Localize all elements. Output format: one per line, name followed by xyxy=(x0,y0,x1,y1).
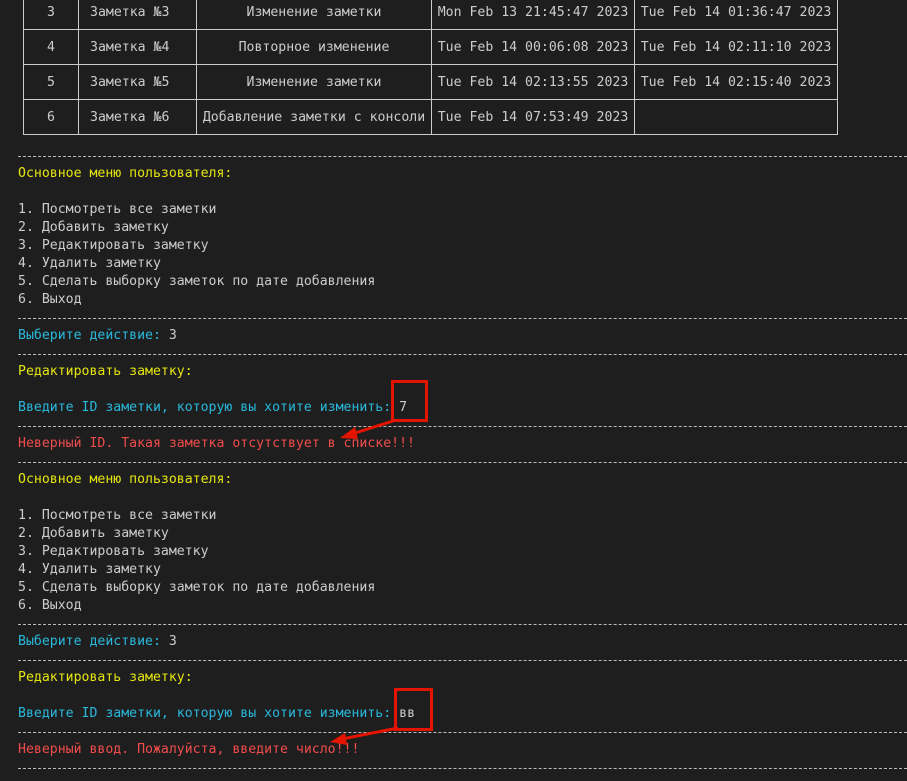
choose-action-line: Выберите действие: 3 xyxy=(18,633,177,651)
edit-note-title: Редактировать заметку: xyxy=(18,670,193,685)
note-title: Заметка №3 xyxy=(78,0,197,30)
menu-title: Основное меню пользователя: xyxy=(18,472,233,487)
note-text: Изменение заметки xyxy=(196,64,432,100)
note-changed: Tue Feb 14 02:11:10 2023 xyxy=(634,29,838,65)
note-created: Tue Feb 14 02:13:55 2023 xyxy=(431,64,635,100)
note-text: Добавление заметки с консоли xyxy=(196,99,432,135)
table-row: 3 Заметка №3 Изменение заметки Mon Feb 1… xyxy=(23,0,838,30)
menu-title: Основное меню пользователя: xyxy=(18,166,233,181)
error-message: Неверный ввод. Пожалуйста, введите число… xyxy=(18,742,360,757)
menu-item: 3. Редактировать заметку xyxy=(18,238,209,253)
note-id: 3 xyxy=(23,0,79,30)
note-id: 6 xyxy=(23,99,79,135)
menu-item: 2. Добавить заметку xyxy=(18,220,169,235)
table-row: 6 Заметка №6 Добавление заметки с консол… xyxy=(23,99,838,135)
error-message: Неверный ID. Такая заметка отсутствует в… xyxy=(18,436,415,451)
annotation-box xyxy=(391,380,428,422)
menu-item: 1. Посмотреть все заметки xyxy=(18,202,217,217)
separator-line xyxy=(18,462,907,463)
menu-item: 6. Выход xyxy=(18,598,82,613)
menu-item: 3. Редактировать заметку xyxy=(18,544,209,559)
note-created: Tue Feb 14 07:53:49 2023 xyxy=(431,99,635,135)
separator-line xyxy=(18,732,907,733)
note-changed: Tue Feb 14 02:15:40 2023 xyxy=(634,64,838,100)
note-created: Tue Feb 14 00:06:08 2023 xyxy=(431,29,635,65)
notes-table: 3 Заметка №3 Изменение заметки Mon Feb 1… xyxy=(23,0,838,135)
menu-item: 2. Добавить заметку xyxy=(18,526,169,541)
note-text: Изменение заметки xyxy=(196,0,432,30)
separator-line xyxy=(18,624,907,625)
menu-item: 4. Удалить заметку xyxy=(18,562,161,577)
choose-action-line: Выберите действие: 3 xyxy=(18,327,177,345)
note-changed xyxy=(634,99,838,135)
menu-item: 4. Удалить заметку xyxy=(18,256,161,271)
separator-line xyxy=(18,318,907,319)
id-input-line: Введите ID заметки, которую вы хотите из… xyxy=(18,399,407,417)
note-title: Заметка №4 xyxy=(78,29,197,65)
note-title: Заметка №5 xyxy=(78,64,197,100)
choose-action-prompt: Выберите действие: xyxy=(18,328,161,343)
separator-line xyxy=(18,426,907,427)
menu-item: 6. Выход xyxy=(18,292,82,307)
id-prompt: Введите ID заметки, которую вы хотите из… xyxy=(18,706,392,721)
table-row: 5 Заметка №5 Изменение заметки Tue Feb 1… xyxy=(23,64,838,100)
menu-item: 1. Посмотреть все заметки xyxy=(18,508,217,523)
choose-action-value: 3 xyxy=(168,328,177,343)
separator-line xyxy=(18,660,907,661)
choose-action-value: 3 xyxy=(168,634,177,649)
choose-action-prompt: Выберите действие: xyxy=(18,634,161,649)
menu-item: 5. Сделать выборку заметок по дате добав… xyxy=(18,580,376,595)
id-prompt: Введите ID заметки, которую вы хотите из… xyxy=(18,400,392,415)
separator-line xyxy=(18,354,907,355)
annotation-box xyxy=(394,688,433,731)
edit-note-title: Редактировать заметку: xyxy=(18,364,193,379)
note-id: 4 xyxy=(23,29,79,65)
note-text: Повторное изменение xyxy=(196,29,432,65)
table-row: 4 Заметка №4 Повторное изменение Tue Feb… xyxy=(23,29,838,65)
separator-line xyxy=(18,768,907,769)
menu-item: 5. Сделать выборку заметок по дате добав… xyxy=(18,274,376,289)
separator-line xyxy=(18,156,907,157)
note-title: Заметка №6 xyxy=(78,99,197,135)
id-input-line: Введите ID заметки, которую вы хотите из… xyxy=(18,705,415,723)
note-changed: Tue Feb 14 01:36:47 2023 xyxy=(634,0,838,30)
note-created: Mon Feb 13 21:45:47 2023 xyxy=(431,0,635,30)
note-id: 5 xyxy=(23,64,79,100)
